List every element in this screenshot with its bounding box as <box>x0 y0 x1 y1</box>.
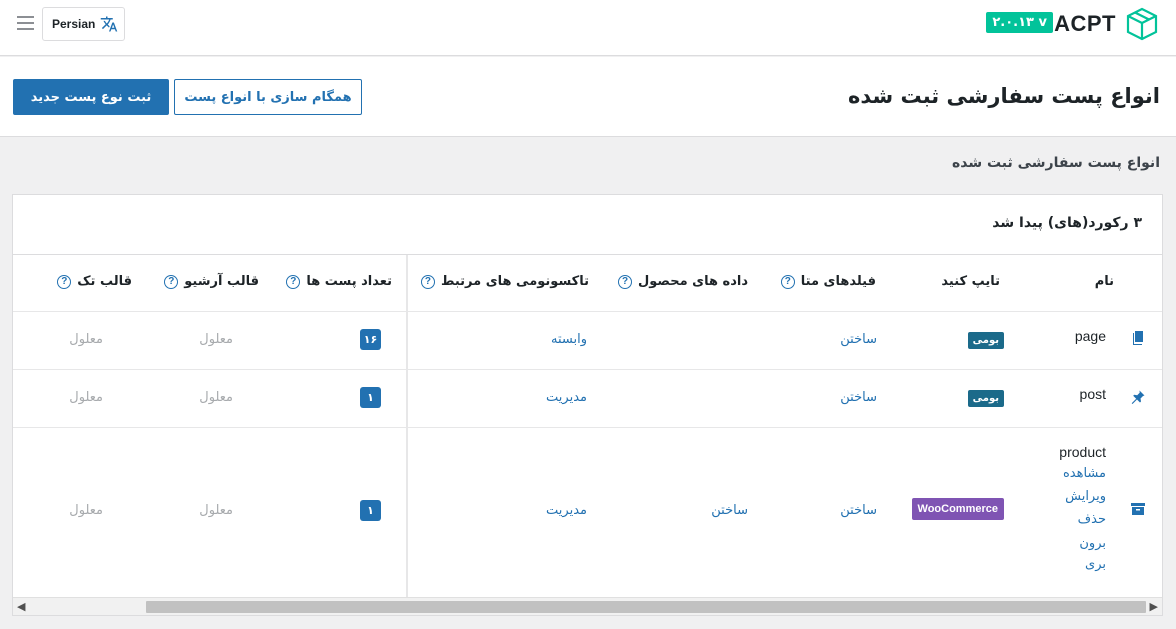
help-icon[interactable]: ? <box>286 274 301 289</box>
taxonomies-link[interactable]: وابسته <box>551 332 587 347</box>
single-template-status: معلول <box>69 503 103 518</box>
page-header: انواع پست سفارشی ثبت شده همگام سازی با ا… <box>0 57 1176 137</box>
export-link[interactable]: برون <box>1079 536 1106 551</box>
woocommerce-badge: WooCommerce <box>911 498 1004 520</box>
app-logo-text: ACPT <box>1054 11 1116 36</box>
help-icon[interactable]: ? <box>57 274 72 289</box>
column-header-name: نام <box>1094 274 1114 289</box>
help-icon[interactable]: ? <box>780 274 795 289</box>
delete-link[interactable]: حذف <box>1078 512 1106 527</box>
scrollbar-thumb[interactable] <box>146 601 1146 613</box>
records-count: ۳ رکورد(های) پیدا شد <box>992 215 1142 231</box>
post-type-name[interactable]: post <box>1080 386 1106 402</box>
column-header-post-count: تعداد پست ها? <box>286 274 392 289</box>
pin-icon <box>1130 389 1146 409</box>
single-template-status: معلول <box>69 390 103 405</box>
post-count-badge: ۱ <box>360 387 381 408</box>
page-title: انواع پست سفارشی ثبت شده <box>847 84 1160 108</box>
section-heading: انواع پست سفارشی ثبت شده <box>951 155 1160 171</box>
language-label: Persian <box>52 17 96 31</box>
post-type-name[interactable]: product <box>1059 444 1106 460</box>
post-type-name[interactable]: page <box>1075 328 1106 344</box>
archive-template-status: معلول <box>199 503 233 518</box>
post-types-card: ۳ رکورد(های) پیدا شد نام تایپ کنید فیلده… <box>12 194 1163 616</box>
edit-link[interactable]: ویرایش <box>1065 489 1106 504</box>
register-new-post-type-button[interactable]: ثبت نوع پست جدید <box>13 79 169 115</box>
post-count-badge: ۱ <box>360 500 381 521</box>
meta-fields-link[interactable]: ساختن <box>840 332 877 347</box>
product-data-link[interactable]: ساختن <box>711 503 748 518</box>
post-types-table: نام تایپ کنید فیلدهای متا? داده های محصو… <box>13 254 1162 598</box>
acpt-logo-icon <box>1126 7 1158 41</box>
export-link-continued[interactable]: بری <box>1085 557 1106 572</box>
table-row: page بومی ساختن وابسته ۱۶ معلول معلول <box>13 312 1162 370</box>
column-header-meta-fields: فیلدهای متا? <box>780 274 876 289</box>
horizontal-scrollbar[interactable]: ◀ ▶ <box>13 597 1162 615</box>
version-badge: ۲.۰.۱۳ v <box>986 12 1053 33</box>
meta-fields-link[interactable]: ساختن <box>840 503 877 518</box>
column-header-archive-template: قالب آرشیو? <box>164 274 259 289</box>
sync-post-types-button[interactable]: همگام سازی با انواع پست <box>174 79 362 115</box>
archive-box-icon <box>1130 501 1146 521</box>
table-header-row: نام تایپ کنید فیلدهای متا? داده های محصو… <box>13 255 1162 312</box>
help-icon[interactable]: ? <box>164 274 179 289</box>
type-badge: بومی <box>967 332 1004 349</box>
language-switcher[interactable]: Persian <box>42 7 125 41</box>
type-badge: بومی <box>967 390 1004 407</box>
column-header-taxonomies: تاکسونومی های مرتبط? <box>420 274 589 289</box>
archive-template-status: معلول <box>199 390 233 405</box>
translate-icon <box>101 16 118 32</box>
taxonomies-link[interactable]: مدیریت <box>546 390 587 405</box>
scroll-right-icon[interactable]: ▶ <box>1150 600 1158 613</box>
table-row: product مشاهده ویرایش حذف برون بری WooCo… <box>13 428 1162 598</box>
single-template-status: معلول <box>69 332 103 347</box>
archive-template-status: معلول <box>199 332 233 347</box>
help-icon[interactable]: ? <box>618 274 632 289</box>
page-icon <box>1130 330 1146 350</box>
menu-icon[interactable] <box>17 16 34 30</box>
column-header-product-data: داده های محصول? <box>618 274 748 289</box>
help-icon[interactable]: ? <box>420 274 435 289</box>
post-count-badge: ۱۶ <box>360 329 381 350</box>
taxonomies-link[interactable]: مدیریت <box>546 503 587 518</box>
view-link[interactable]: مشاهده <box>1063 466 1106 481</box>
meta-fields-link[interactable]: ساختن <box>840 390 877 405</box>
column-header-single-template: قالب تک? <box>57 274 132 289</box>
scroll-left-icon[interactable]: ◀ <box>17 600 25 613</box>
column-header-type: تایپ کنید <box>941 274 1000 289</box>
table-row: post بومی ساختن مدیریت ۱ معلول معلول <box>13 370 1162 428</box>
top-bar: Persian ۲.۰.۱۳ v ACPT <box>0 0 1176 56</box>
